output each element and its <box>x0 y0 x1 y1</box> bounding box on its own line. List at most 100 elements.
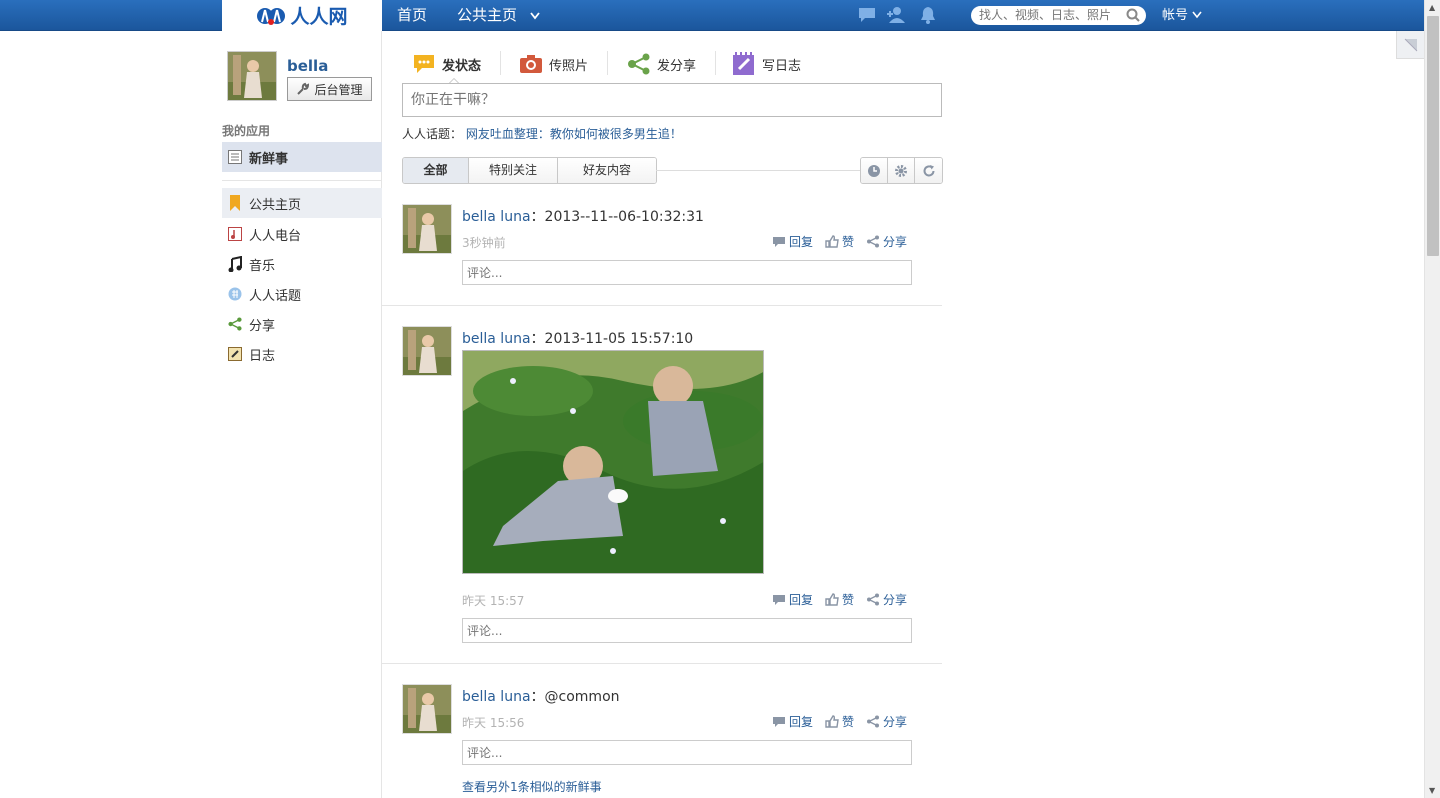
scroll-up-arrow-icon[interactable]: ▲ <box>1429 3 1435 12</box>
sidebar-item-radio[interactable]: 人人电台 <box>222 219 382 249</box>
reply-button[interactable]: 回复 <box>772 591 813 608</box>
notification-bell-icon[interactable] <box>919 6 937 28</box>
bookmark-icon <box>228 195 242 211</box>
post-actions: 回复 赞 分享 <box>772 713 907 730</box>
post-author-link[interactable]: bella luna <box>462 209 531 225</box>
chat-bubble-icon[interactable] <box>857 6 877 28</box>
nav-public-pages-menu[interactable]: 公共主页 <box>457 0 540 31</box>
admin-manage-button[interactable]: 后台管理 <box>287 77 372 101</box>
nav-home-link[interactable]: 首页 <box>397 0 427 31</box>
filter-divider-line <box>656 170 860 171</box>
notebook-icon <box>733 52 754 75</box>
sidebar-item-music[interactable]: 音乐 <box>222 249 382 279</box>
tab-special-follow[interactable]: 特别关注 <box>469 158 558 183</box>
like-label: 赞 <box>842 715 855 729</box>
topic-label: 人人话题： <box>402 127 463 141</box>
share-button[interactable]: 分享 <box>866 713 907 730</box>
tab-divider <box>715 51 716 75</box>
post-author-avatar[interactable] <box>402 204 452 254</box>
my-apps-heading: 我的应用 <box>222 124 271 138</box>
share-label: 分享 <box>883 235 908 249</box>
reply-label: 回复 <box>789 235 814 249</box>
gear-icon[interactable] <box>888 158 915 183</box>
share-label: 分享 <box>883 715 908 729</box>
more-similar-news-link[interactable]: 查看另外1条相似的新鲜事 <box>462 778 602 795</box>
post-content: ：2013-11-05 15:57:10 <box>530 331 694 347</box>
renren-logo-icon <box>256 5 286 27</box>
speech-bubble-icon <box>414 55 434 73</box>
comment-icon <box>773 594 785 605</box>
share-icon <box>867 593 880 606</box>
share-icon <box>628 53 650 75</box>
share-button[interactable]: 分享 <box>866 233 907 250</box>
topic-icon <box>228 287 242 301</box>
search-input[interactable] <box>971 6 1146 25</box>
reply-label: 回复 <box>789 715 814 729</box>
tab-share[interactable]: 发分享 <box>627 49 696 79</box>
reply-label: 回复 <box>789 593 814 607</box>
post-divider <box>382 305 942 306</box>
sidebar-item-share[interactable]: 分享 <box>222 309 382 339</box>
tab-label: 发状态 <box>442 58 482 74</box>
tab-label: 写日志 <box>762 58 802 74</box>
share-button[interactable]: 分享 <box>866 591 907 608</box>
tab-friend-content[interactable]: 好友内容 <box>558 158 656 183</box>
tab-write-journal[interactable]: 写日志 <box>732 49 801 79</box>
post-author-avatar[interactable] <box>402 326 452 376</box>
wrench-icon <box>297 82 310 95</box>
comment-input[interactable] <box>462 740 912 765</box>
like-button[interactable]: 赞 <box>825 233 854 250</box>
radio-icon <box>228 227 242 241</box>
admin-manage-label: 后台管理 <box>314 82 363 97</box>
sidebar-item-news-feed[interactable]: 新鲜事 <box>222 142 382 172</box>
like-label: 赞 <box>842 235 855 249</box>
reply-button[interactable]: 回复 <box>772 233 813 250</box>
account-menu[interactable]: 帐号 <box>1162 0 1202 31</box>
journal-icon <box>228 347 242 361</box>
list-icon <box>228 150 242 164</box>
chevron-down-icon <box>530 0 540 31</box>
sidebar-item-label: 分享 <box>249 318 276 334</box>
sidebar-item-topics[interactable]: 人人话题 <box>222 279 382 309</box>
tab-post-status[interactable]: 发状态 <box>412 49 481 79</box>
scroll-down-arrow-icon[interactable]: ▼ <box>1429 786 1435 795</box>
clock-icon[interactable] <box>861 158 888 183</box>
account-label: 帐号 <box>1162 8 1189 23</box>
reply-button[interactable]: 回复 <box>772 713 813 730</box>
profile-name-link[interactable]: bella <box>287 57 328 75</box>
tab-upload-photo[interactable]: 传照片 <box>519 49 588 79</box>
refresh-icon[interactable] <box>915 158 942 183</box>
comment-input[interactable] <box>462 618 912 643</box>
chevron-down-icon <box>1192 11 1202 19</box>
post-content: ：@common <box>530 689 620 705</box>
feed-tool-buttons <box>860 157 943 184</box>
post-author-link[interactable]: bella luna <box>462 331 531 347</box>
search-icon[interactable] <box>1126 8 1140 26</box>
post-author-avatar[interactable] <box>402 684 452 734</box>
friend-request-icon[interactable] <box>886 6 908 28</box>
scrollbar-thumb[interactable] <box>1427 16 1439 256</box>
sidebar-divider <box>222 180 382 181</box>
camera-icon <box>520 55 542 73</box>
status-input[interactable] <box>402 83 942 117</box>
like-button[interactable]: 赞 <box>825 591 854 608</box>
share-icon <box>867 235 880 248</box>
thumbs-up-icon <box>825 593 839 606</box>
vertical-scrollbar[interactable]: ▲ ▼ <box>1424 0 1440 798</box>
post-actions: 回复 赞 分享 <box>772 591 907 608</box>
topic-link[interactable]: 网友吐血整理：教你如何被很多男生追！ <box>466 127 682 141</box>
tab-all[interactable]: 全部 <box>403 158 469 183</box>
post-author-link[interactable]: bella luna <box>462 689 531 705</box>
nav-public-label: 公共主页 <box>457 6 518 24</box>
post-timestamp: 昨天 15:56 <box>462 716 525 730</box>
corner-widget-tab[interactable] <box>1396 31 1424 59</box>
sidebar-item-public-pages[interactable]: 公共主页 <box>222 188 382 218</box>
user-avatar[interactable] <box>227 51 277 101</box>
post-photo[interactable] <box>462 350 764 574</box>
comment-input[interactable] <box>462 260 912 285</box>
comment-icon <box>773 236 785 247</box>
like-button[interactable]: 赞 <box>825 713 854 730</box>
sidebar-item-journal[interactable]: 日志 <box>222 339 382 369</box>
renren-logo[interactable]: 人人网 <box>222 0 382 31</box>
share-icon <box>867 715 880 728</box>
